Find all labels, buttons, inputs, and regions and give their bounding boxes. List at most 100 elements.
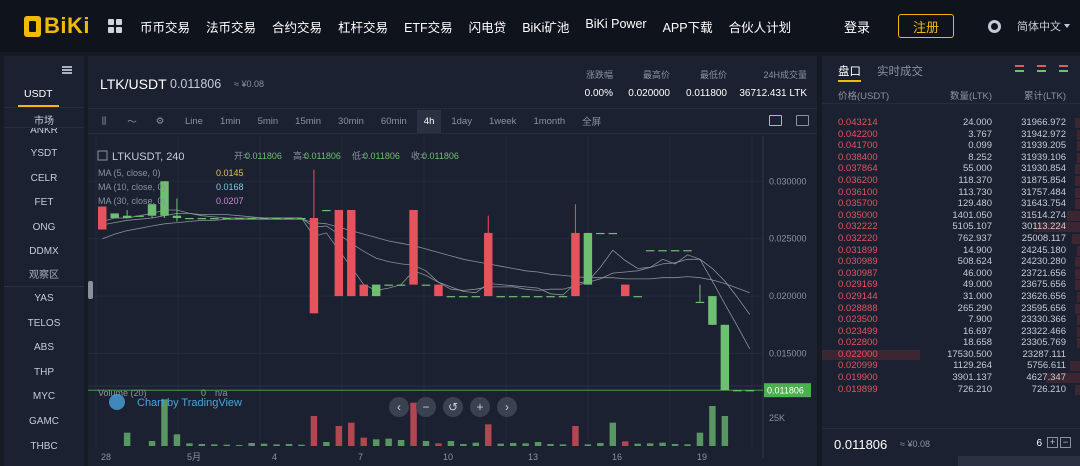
ask-price: 0.036100 xyxy=(838,186,878,198)
ask-row[interactable]: 0.041700 0.099 31939.205 xyxy=(822,140,1080,152)
ask-row[interactable]: 0.023500 7.900 23330.366 xyxy=(822,314,1080,326)
indicator-icon[interactable]: 〜 xyxy=(124,114,140,128)
market-item[interactable]: FET xyxy=(4,191,84,216)
market-item[interactable]: ONG xyxy=(4,216,84,241)
ask-amount: 17530.500 xyxy=(947,348,992,360)
login-link[interactable]: 登录 xyxy=(844,17,870,36)
nav-item[interactable]: 合伙人计划 xyxy=(729,17,792,36)
ask-row[interactable]: 0.019899 726.210 726.210 xyxy=(822,384,1080,396)
watch-item[interactable]: YAS xyxy=(4,287,84,312)
volume-bar xyxy=(186,443,193,446)
interval-5min[interactable]: 5min xyxy=(258,116,279,127)
biki-logo[interactable]: BiKi xyxy=(24,0,90,52)
decimal-plus-button[interactable]: + xyxy=(1047,437,1058,448)
ask-row[interactable]: 0.031899 14.900 24245.180 xyxy=(822,245,1080,257)
register-button[interactable]: 注册 xyxy=(898,14,954,38)
watch-item[interactable]: THP xyxy=(4,361,84,386)
candle xyxy=(98,206,107,230)
x-tick-label: 28 xyxy=(101,452,111,462)
market-item[interactable]: YSDT xyxy=(4,142,84,167)
ask-row[interactable]: 0.032220 762.937 25008.117 xyxy=(822,233,1080,245)
candle xyxy=(334,209,344,297)
settings-icon[interactable] xyxy=(988,19,1001,33)
ask-row[interactable]: 0.035700 129.480 31643.754 xyxy=(822,198,1080,210)
candle xyxy=(683,250,692,252)
nav-item[interactable]: ETF交易 xyxy=(404,17,453,36)
ask-row[interactable]: 0.042200 3.767 31942.972 xyxy=(822,129,1080,141)
price-chart[interactable]: 0.030000 0.025000 0.020000 0.015000 0.011806… xyxy=(88,136,817,466)
chart-mode-depth-icon[interactable] xyxy=(796,115,809,126)
ask-row[interactable]: 0.029144 31.000 23626.656 xyxy=(822,291,1080,303)
candle xyxy=(234,218,244,220)
ask-row[interactable]: 0.036100 113.730 31757.484 xyxy=(822,187,1080,199)
ask-row[interactable]: 0.035000 1401.050 31514.274 xyxy=(822,210,1080,222)
tab-orderbook[interactable]: 盘口 xyxy=(838,63,861,82)
ask-row[interactable]: 0.029169 49.000 23675.656 xyxy=(822,279,1080,291)
language-select[interactable]: 简体中文 xyxy=(1017,18,1070,34)
market-item[interactable]: ANKR xyxy=(4,128,84,142)
volume-bar xyxy=(410,402,417,446)
decimal-minus-button[interactable]: − xyxy=(1060,437,1071,448)
nav-item[interactable]: BiKi Power xyxy=(585,17,646,36)
candle xyxy=(347,209,356,297)
ask-row[interactable]: 0.036200 118.370 31875.854 xyxy=(822,175,1080,187)
candle-type-icon[interactable]: ⫼ xyxy=(96,116,112,127)
tab-usdt[interactable]: USDT xyxy=(18,88,59,107)
watch-item[interactable]: THBC xyxy=(4,435,84,460)
ask-total: 31875.854 xyxy=(1021,174,1066,186)
tab-trades[interactable]: 实时成交 xyxy=(877,63,923,79)
nav-item[interactable]: 杠杆交易 xyxy=(338,17,388,36)
nav-item[interactable]: 法币交易 xyxy=(206,17,256,36)
gear-icon[interactable]: ⚙ xyxy=(152,116,168,127)
top-navbar: BiKi 币币交易 法币交易 合约交易 杠杆交易 ETF交易 闪电贷 BiKi矿池 BiKi … xyxy=(0,0,1080,52)
watch-item[interactable]: TELOS xyxy=(4,312,84,337)
ask-row[interactable]: 0.028888 265.290 23595.656 xyxy=(822,303,1080,315)
ask-row[interactable]: 0.019900 3901.137 4627.347 xyxy=(822,372,1080,384)
ask-row[interactable]: 0.022000 17530.500 23287.111 xyxy=(822,349,1080,361)
book-bids-icon[interactable] xyxy=(1059,65,1068,72)
interval-1min[interactable]: 1min xyxy=(220,116,241,127)
market-item[interactable]: CELR xyxy=(4,167,84,192)
nav-item[interactable]: BiKi矿池 xyxy=(522,17,569,36)
interval-1day[interactable]: 1day xyxy=(451,116,472,127)
watch-item[interactable]: GAMC xyxy=(4,410,84,435)
ask-row[interactable]: 0.020999 1129.264 5756.611 xyxy=(822,360,1080,372)
ask-row[interactable]: 0.043214 24.000 31966.972 xyxy=(822,117,1080,129)
ask-row[interactable]: 0.030989 508.624 24230.280 xyxy=(822,256,1080,268)
interval-30min[interactable]: 30min xyxy=(338,116,364,127)
interval-1week[interactable]: 1week xyxy=(489,116,516,127)
watch-item[interactable]: MYC xyxy=(4,385,84,410)
menu-icon[interactable] xyxy=(62,66,72,74)
nav-item[interactable]: 币币交易 xyxy=(140,17,190,36)
interval-4h[interactable]: 4h xyxy=(416,109,442,133)
ask-total: 23305.769 xyxy=(1021,337,1066,349)
zoom-button-glyph: ↺ xyxy=(448,400,458,414)
ask-row[interactable]: 0.038400 8.252 31939.106 xyxy=(822,152,1080,164)
book-asks-icon[interactable] xyxy=(1037,65,1046,72)
logo-icon xyxy=(24,15,41,37)
y-tick-label: 0.020000 xyxy=(769,291,807,301)
nav-item[interactable]: APP下载 xyxy=(663,17,713,36)
interval-15min[interactable]: 15min xyxy=(295,116,321,127)
ask-row[interactable]: 0.037864 55.000 31930.854 xyxy=(822,163,1080,175)
fullscreen-button[interactable]: 全屏 xyxy=(582,114,601,128)
sidebar-collapse-handle[interactable] xyxy=(88,281,93,299)
ask-total: 24245.180 xyxy=(1021,244,1066,256)
ask-row[interactable]: 0.030987 46.000 23721.656 xyxy=(822,268,1080,280)
x-tick-label: 16 xyxy=(612,452,622,462)
interval-60min[interactable]: 60min xyxy=(381,116,407,127)
ask-row[interactable]: 0.023499 16.697 23322.466 xyxy=(822,326,1080,338)
ask-row[interactable]: 0.032222 5105.107 30113.224 xyxy=(822,221,1080,233)
watch-item[interactable]: ABS xyxy=(4,336,84,361)
apps-grid-icon[interactable] xyxy=(108,19,122,33)
candle xyxy=(596,232,605,235)
book-both-icon[interactable] xyxy=(1015,65,1024,72)
nav-item[interactable]: 闪电贷 xyxy=(469,17,507,36)
ask-row[interactable]: 0.022800 18.658 23305.769 xyxy=(822,337,1080,349)
nav-item[interactable]: 合约交易 xyxy=(272,17,322,36)
chart-mode-kline-icon[interactable] xyxy=(769,115,782,126)
tradingview-cloud-icon xyxy=(109,394,125,410)
market-item[interactable]: DDMX xyxy=(4,240,84,265)
interval-line[interactable]: Line xyxy=(185,116,203,127)
interval-1month[interactable]: 1month xyxy=(533,116,565,127)
